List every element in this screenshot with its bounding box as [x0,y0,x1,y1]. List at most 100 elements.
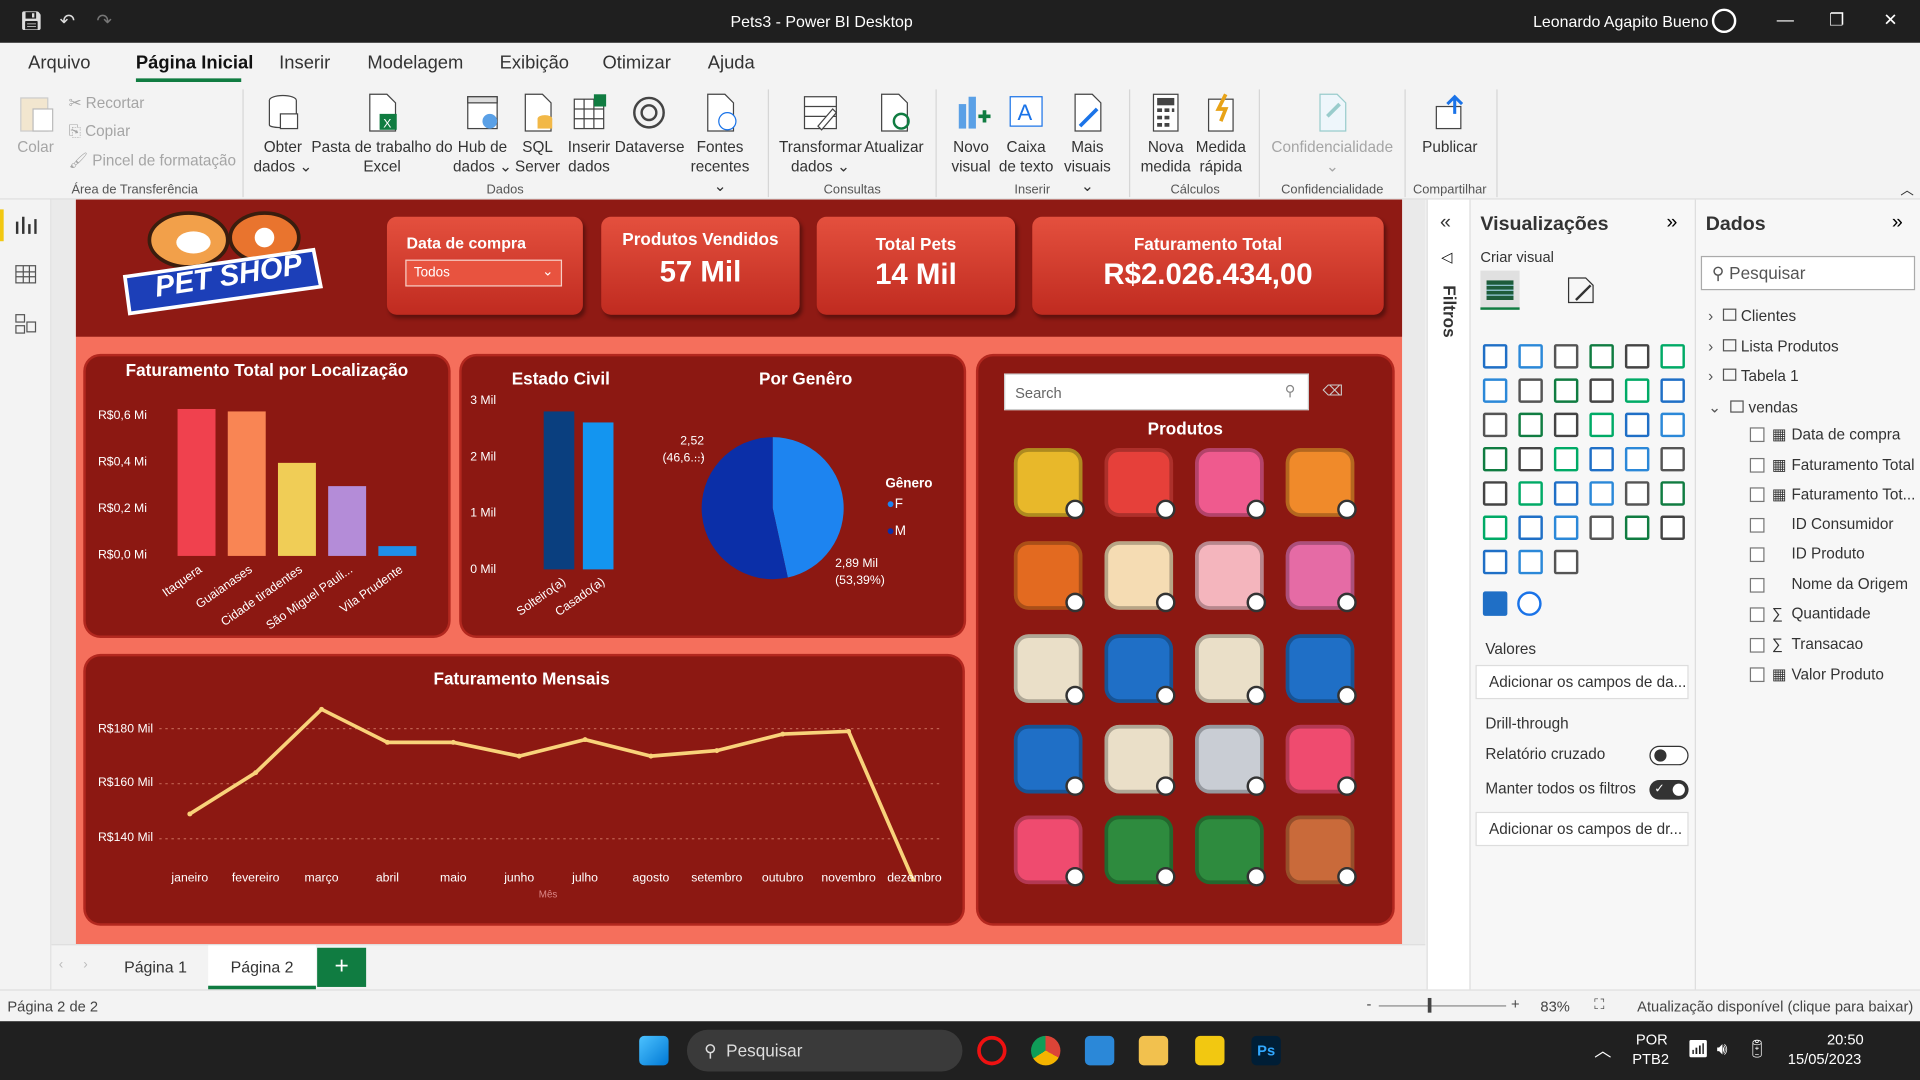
field-3[interactable]: ID Consumidor [1772,515,1893,532]
zoom-out-button[interactable]: - [1367,996,1372,1013]
field-1[interactable]: ▦ Faturamento Total [1772,455,1915,473]
pink-jacket-icon[interactable] [1013,815,1085,887]
collapse-data-icon[interactable]: » [1892,212,1903,234]
fit-page-icon[interactable]: ⛶ [1594,996,1604,1014]
recortar-button[interactable]: ✂ Recortar [69,93,145,111]
field-checkbox[interactable] [1749,577,1765,593]
bar-estado-civil[interactable] [543,411,575,570]
add-page-button[interactable]: + [317,947,367,987]
hub-dados-button[interactable]: Hub de dados ⌄ [451,92,515,176]
field-checkbox[interactable] [1749,547,1765,563]
field-8[interactable]: ▦ Valor Produto [1772,665,1884,683]
visual-type-icon[interactable] [1482,515,1508,541]
visual-type-icon[interactable] [1553,412,1579,438]
confidencialidade-button[interactable]: Confidencialidade ⌄ [1266,92,1398,176]
visual-type-icon[interactable] [1518,549,1543,575]
visual-type-icon[interactable] [1589,446,1614,472]
filters-label[interactable]: Filtros [1440,285,1460,337]
fontes-recentes-button[interactable]: Fontes recentes ⌄ [686,92,755,196]
inserir-dados-button[interactable]: Inserir dados [563,92,614,176]
visual-type-icon[interactable] [1482,549,1508,575]
visual-type-icon[interactable] [1624,344,1650,369]
bar-localizacao[interactable] [277,462,316,556]
line-point[interactable] [253,770,259,776]
collar-red-icon[interactable] [1104,448,1176,520]
green-jacket-icon[interactable] [1104,815,1176,887]
field-7[interactable]: ∑ Transacao [1772,635,1863,652]
green-jacket-icon[interactable] [1195,815,1267,887]
menu-modelagem[interactable]: Modelagem [367,53,463,74]
expand-filters-icon[interactable]: « [1440,212,1451,234]
menu-exibicao[interactable]: Exibição [500,53,569,74]
visual-type-icon[interactable] [1553,515,1579,541]
excel-button[interactable]: X Pasta de trabalho do Excel [311,92,453,176]
wifi-icon[interactable]: 📶︎ [1687,1038,1709,1059]
line-point[interactable] [384,739,390,745]
food-bag-beige-icon[interactable] [1195,634,1267,706]
visual-type-icon[interactable] [1553,549,1579,575]
visual-type-icon[interactable] [1518,481,1543,506]
cat-wand-icon[interactable] [1285,815,1357,887]
menu-arquivo[interactable]: Arquivo [28,53,90,74]
visual-type-icon[interactable] [1660,515,1685,541]
visual-type-icon[interactable] [1553,446,1579,472]
menu-otimizar[interactable]: Otimizar [602,53,670,74]
battery-icon[interactable]: 🔋︎ [1746,1038,1768,1059]
visual-type-icon[interactable] [1482,378,1508,403]
menu-ajuda[interactable]: Ajuda [708,53,755,74]
visual-type-icon[interactable] [1589,412,1614,438]
legend-item-f[interactable]: ●F [887,497,903,512]
collapse-ribbon-icon[interactable]: ︿ [1900,180,1913,200]
next-page-icon[interactable]: › [83,958,87,973]
user-name[interactable]: Leonardo Agapito Bueno [1533,12,1708,30]
prev-page-icon[interactable]: ‹ [59,958,63,973]
visual-type-icon[interactable] [1518,412,1543,438]
relatorio-cruzado-toggle[interactable] [1649,745,1689,766]
line-point[interactable] [846,728,852,734]
field-checkbox[interactable] [1749,427,1765,443]
bar-localizacao[interactable] [328,486,367,556]
restore-button[interactable]: ❐ [1825,10,1849,31]
drill-field-well[interactable]: Adicionar os campos de dr... [1475,811,1689,847]
visual-type-icon[interactable] [1589,344,1614,369]
sql-server-button[interactable]: SQL Server [514,92,561,176]
novo-visual-button[interactable]: Novo visual [945,92,996,176]
eraser-icon[interactable]: ⌫ [1322,382,1343,399]
food-bag-blue-icon[interactable] [1013,724,1085,796]
visual-type-icon[interactable] [1482,481,1508,506]
bone-icon[interactable] [1104,541,1176,613]
field-checkbox[interactable] [1749,667,1765,683]
visual-type-icon[interactable] [1518,446,1543,472]
food-can-icon[interactable] [1285,541,1357,613]
build-visual-tab[interactable] [1480,270,1520,310]
powerbi-icon[interactable] [1195,1035,1225,1066]
line-point[interactable] [648,753,654,759]
field-checkbox[interactable] [1749,487,1765,503]
bar-localizacao[interactable] [177,409,216,556]
field-checkbox[interactable] [1749,637,1765,653]
line-point[interactable] [714,748,720,754]
table-vendas[interactable]: ⌄ vendas [1708,397,1798,416]
visual-type-icon[interactable] [1624,412,1650,438]
nova-medida-button[interactable]: Nova medida [1136,92,1195,176]
slicer-dropdown[interactable]: Todos ⌄ [405,259,563,287]
visual-type-icon[interactable] [1518,344,1543,369]
bar-localizacao[interactable] [227,411,266,556]
collar-pink-icon[interactable] [1195,448,1267,520]
taskbar-search[interactable]: ⚲ Pesquisar [686,1029,963,1072]
field-2[interactable]: ▦ Faturamento Tot... [1772,485,1916,503]
zoom-slider[interactable] [1378,1005,1507,1007]
medida-rapida-button[interactable]: Medida rápida [1193,92,1249,176]
line-point[interactable] [780,731,786,737]
food-bag-blue-icon[interactable] [1285,634,1357,706]
visual-type-icon[interactable] [1518,515,1543,541]
line-point[interactable] [582,737,588,743]
mouse-toy-icon[interactable] [1195,724,1267,796]
transformar-dados-button[interactable]: Transformar dados ⌄ [779,92,862,176]
opera-icon[interactable] [977,1035,1007,1066]
mais-visuais-button[interactable]: Mais visuais ⌄ [1056,92,1120,196]
line-point[interactable] [187,811,193,817]
collapse-vis-icon[interactable]: » [1667,212,1678,234]
field-0[interactable]: ▦ Data de compra [1772,425,1900,443]
field-6[interactable]: ∑ Quantidade [1772,605,1871,622]
